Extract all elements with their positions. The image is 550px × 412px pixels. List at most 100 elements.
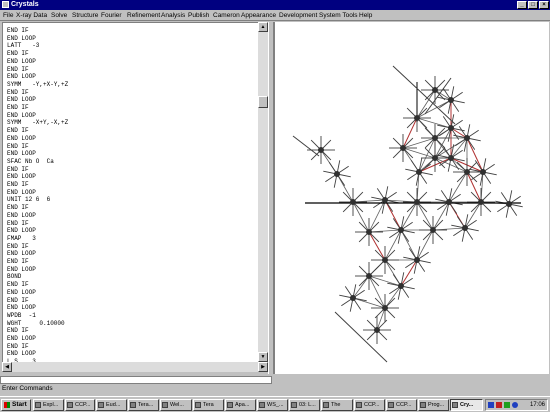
output-line: LATT -3 [7, 42, 40, 50]
task-app-icon [452, 402, 458, 408]
task-app-icon [98, 402, 104, 408]
task-app-icon [67, 402, 73, 408]
vertical-scrollbar[interactable]: ▲ ▼ [258, 22, 268, 362]
menu-system-tools[interactable]: System Tools [319, 11, 358, 20]
antivirus-icon[interactable] [496, 402, 502, 408]
output-line: UNIT 12 6 6 [7, 196, 51, 204]
output-line: END IF [7, 296, 29, 304]
bond [416, 229, 434, 261]
atom [430, 227, 436, 233]
bond [392, 65, 456, 125]
menu-refinement[interactable]: Refinement [127, 11, 160, 20]
scroll-right-icon[interactable]: ▶ [258, 362, 268, 372]
menu-structure[interactable]: Structure [72, 11, 98, 20]
menu-file[interactable]: File [3, 11, 13, 20]
taskbar-button[interactable]: CCP... [65, 399, 95, 411]
atom [432, 135, 438, 141]
atom [462, 225, 468, 231]
taskbar-button[interactable]: Cry... [450, 399, 483, 411]
display-icon[interactable] [512, 402, 518, 408]
taskbar-button[interactable]: Expl... [33, 399, 64, 411]
network-icon[interactable] [488, 402, 494, 408]
menu-help[interactable]: Help [359, 11, 372, 20]
taskbar-button[interactable]: Wel... [160, 399, 192, 411]
text-output-pane[interactable]: END IF END LOOP LATT -3 END IF END LOOP END I… [2, 22, 258, 371]
output-line: END IF [7, 242, 29, 250]
command-label: Enter Commands [2, 385, 53, 392]
atom [414, 199, 420, 205]
atom [414, 115, 420, 121]
atom [448, 125, 454, 131]
menu-analysis[interactable]: Analysis [161, 11, 185, 20]
bond [384, 199, 402, 231]
output-line: END LOOP [7, 111, 36, 119]
output-line: END IF [7, 50, 29, 58]
output-line: END IF [7, 181, 29, 188]
task-label: 03: L... [299, 402, 316, 408]
taskbar-button[interactable]: The [321, 399, 353, 411]
output-line: END LOOP [7, 350, 36, 358]
menu-xray-data[interactable]: X-ray Data [16, 11, 47, 20]
windows-logo-icon [4, 402, 10, 408]
taskbar-button[interactable]: Prog... [418, 399, 449, 411]
scroll-thumb[interactable] [258, 96, 268, 108]
menu-fourier[interactable]: Fourier [101, 11, 122, 20]
menu-development[interactable]: Development [279, 11, 317, 20]
output-line: END IF [7, 127, 29, 135]
scroll-left-icon[interactable]: ◀ [2, 362, 12, 372]
taskbar-button[interactable]: Apa... [225, 399, 256, 411]
taskbar-button[interactable]: Tera... [128, 399, 159, 411]
scroll-up-icon[interactable]: ▲ [258, 22, 268, 32]
bond [432, 201, 450, 231]
output-line: END IF [7, 65, 29, 73]
bond [376, 307, 386, 331]
atom [506, 201, 512, 207]
taskbar-button[interactable]: CCP... [354, 399, 385, 411]
atom [480, 169, 486, 175]
atom [334, 171, 340, 177]
volume-icon[interactable] [504, 402, 510, 408]
menu-solve[interactable]: Solve [51, 11, 67, 20]
task-label: Cry... [460, 402, 474, 408]
close-button[interactable]: × [539, 1, 549, 9]
structure-view[interactable] [274, 22, 549, 374]
task-label: CCP... [396, 402, 412, 408]
horizontal-scrollbar[interactable]: ◀ ▶ [2, 362, 268, 372]
output-line: END LOOP [7, 96, 36, 104]
atom [350, 199, 356, 205]
command-input[interactable] [0, 376, 272, 384]
menu-publish[interactable]: Publish [188, 11, 209, 20]
task-label: WS_... [267, 402, 284, 408]
task-app-icon [35, 402, 41, 408]
atom [432, 155, 438, 161]
taskbar-button[interactable]: CCP... [386, 399, 417, 411]
taskbar-button[interactable]: 03: L... [289, 399, 320, 411]
atom [374, 327, 380, 333]
taskbar-button[interactable]: WS_... [257, 399, 288, 411]
scroll-down-icon[interactable]: ▼ [258, 352, 268, 362]
taskbar-button[interactable]: Tera [193, 399, 224, 411]
task-app-icon [356, 402, 362, 408]
menu-appearance[interactable]: Appearance [241, 11, 276, 20]
output-line: WGHT 0.10000 [7, 319, 65, 327]
bond [466, 171, 482, 203]
output-line: END LOOP [7, 250, 36, 258]
task-label: Eud... [106, 402, 121, 408]
bond [352, 201, 370, 233]
atom [432, 87, 438, 93]
task-label: Tera... [138, 402, 154, 408]
atom [398, 227, 404, 233]
output-line: END LOOP [7, 34, 36, 42]
output-line: SYMM -X+Y,-X,+Z [7, 119, 69, 127]
task-label: CCP... [364, 402, 380, 408]
atom [382, 257, 388, 263]
maximize-button[interactable]: □ [528, 1, 538, 9]
start-button[interactable]: Start [1, 399, 31, 411]
menu-cameron[interactable]: Cameron [213, 11, 240, 20]
task-label: The [331, 402, 341, 408]
app-icon[interactable] [2, 1, 9, 8]
taskbar-button[interactable]: Eud... [96, 399, 127, 411]
minimize-button[interactable]: _ [517, 1, 527, 9]
output-line: END IF [7, 327, 29, 335]
clock: 17:06 [529, 402, 545, 408]
